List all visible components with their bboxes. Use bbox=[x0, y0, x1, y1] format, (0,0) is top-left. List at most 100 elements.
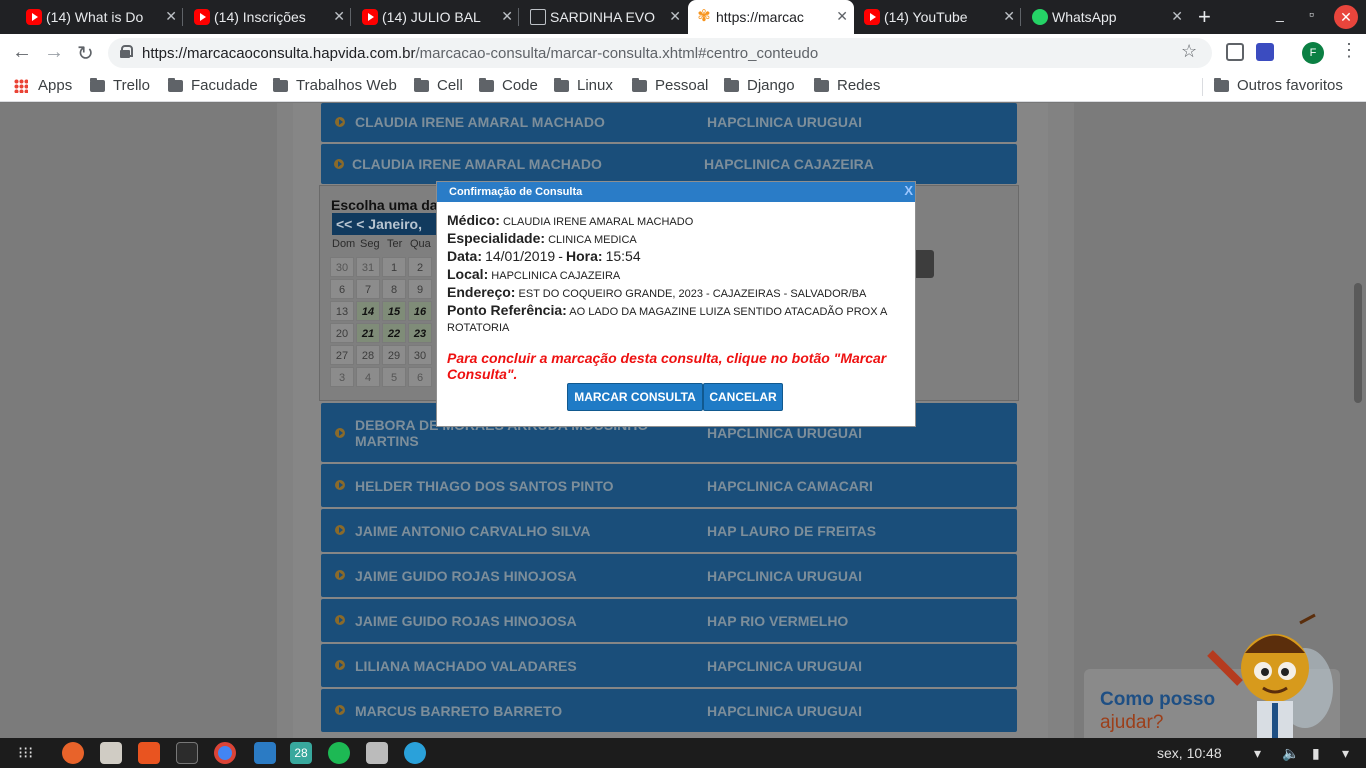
doctor-name: JAIME GUIDO ROJAS HINOJOSA bbox=[355, 568, 577, 584]
weekday-label: Qua bbox=[410, 238, 431, 250]
calendar-day[interactable]: 22 bbox=[382, 323, 406, 343]
bookmark-folder[interactable]: Redes bbox=[814, 77, 880, 94]
field-label: Data: bbox=[447, 248, 483, 264]
clinic-name: HAP RIO VERMELHO bbox=[707, 613, 849, 629]
bookmark-label: Django bbox=[747, 77, 795, 94]
calendar-day[interactable]: 15 bbox=[382, 301, 406, 321]
doctor-row-selected[interactable]: CLAUDIA IRENE AMARAL MACHADO HAPCLINICA … bbox=[321, 144, 1017, 184]
close-tab-icon[interactable]: ✕ bbox=[333, 8, 345, 25]
bookmark-folder[interactable]: Cell bbox=[414, 77, 463, 94]
tab-label: (14) JULIO BAL bbox=[382, 9, 481, 25]
menu-icon[interactable]: ⋮ bbox=[1340, 40, 1358, 61]
calendar-app-icon[interactable]: 28 bbox=[290, 742, 312, 764]
bookmark-folder[interactable]: Code bbox=[479, 77, 538, 94]
doctor-row[interactable]: MARCUS BARRETO BARRETO HAPCLINICA URUGUA… bbox=[321, 689, 1017, 732]
calendar-day[interactable]: 14 bbox=[356, 301, 380, 321]
clinic-name: HAPCLINICA CAJAZEIRA bbox=[704, 156, 874, 172]
bee-mascot-icon[interactable] bbox=[1205, 613, 1345, 738]
tab-hapvida-active[interactable]: ✾ https://marcac ✕ bbox=[688, 0, 854, 34]
side-button[interactable] bbox=[914, 250, 934, 278]
close-tab-icon[interactable]: ✕ bbox=[501, 8, 513, 25]
bookmark-apps[interactable]: Apps bbox=[14, 77, 72, 94]
close-tab-icon[interactable]: ✕ bbox=[165, 8, 177, 25]
calendar-day: 9 bbox=[408, 279, 432, 299]
vscode-icon[interactable] bbox=[254, 742, 276, 764]
calendar-day[interactable]: 23 bbox=[408, 323, 432, 343]
arrow-bullet-icon bbox=[335, 428, 345, 438]
software-center-icon[interactable] bbox=[138, 742, 160, 764]
wifi-icon[interactable]: ▾ bbox=[1254, 745, 1261, 762]
specialty-line: Especialidade: CLINICA MEDICA bbox=[447, 230, 907, 248]
maximize-icon[interactable]: ▫ bbox=[1309, 6, 1314, 22]
telegram-icon[interactable] bbox=[404, 742, 426, 764]
doctor-row[interactable]: JAIME GUIDO ROJAS HINOJOSA HAP RIO VERME… bbox=[321, 599, 1017, 642]
doctor-row[interactable]: CLAUDIA IRENE AMARAL MACHADO HAPCLINICA … bbox=[321, 103, 1017, 142]
bookmark-folder[interactable]: Trello bbox=[90, 77, 150, 94]
reload-icon[interactable]: ↻ bbox=[77, 41, 94, 66]
arrow-bullet-icon bbox=[335, 480, 345, 490]
tab-label: (14) What is Do bbox=[46, 9, 144, 25]
app-grid-icon[interactable]: ⁝⁝⁝ bbox=[18, 743, 33, 763]
arrow-bullet-icon bbox=[335, 705, 345, 715]
scrollbar-thumb[interactable] bbox=[1354, 283, 1362, 403]
calendar-day[interactable]: 21 bbox=[356, 323, 380, 343]
bookmark-folder[interactable]: Pessoal bbox=[632, 77, 708, 94]
profile-avatar[interactable]: F bbox=[1302, 42, 1324, 64]
spotify-icon[interactable] bbox=[328, 742, 350, 764]
doctor-row[interactable]: LILIANA MACHADO VALADARES HAPCLINICA URU… bbox=[321, 644, 1017, 687]
doctor-row[interactable]: JAIME ANTONIO CARVALHO SILVA HAP LAURO D… bbox=[321, 509, 1017, 552]
tab-youtube-1[interactable]: (14) What is Do ✕ bbox=[18, 0, 183, 34]
close-tab-icon[interactable]: ✕ bbox=[1171, 8, 1183, 25]
tab-youtube-2[interactable]: (14) Inscrições ✕ bbox=[186, 0, 351, 34]
url-text[interactable]: https://marcacaoconsulta.hapvida.com.br/… bbox=[142, 45, 818, 62]
other-bookmarks[interactable]: Outros favoritos bbox=[1214, 77, 1343, 94]
new-tab-icon[interactable]: + bbox=[1198, 4, 1211, 30]
calendar-day[interactable]: 16 bbox=[408, 301, 432, 321]
tab-document[interactable]: SARDINHA EVO ✕ bbox=[522, 0, 687, 34]
extension-icon[interactable] bbox=[1256, 43, 1274, 61]
folder-icon bbox=[168, 77, 183, 92]
minimize-icon[interactable]: _ bbox=[1276, 6, 1284, 22]
firefox-icon[interactable] bbox=[62, 742, 84, 764]
media-icon[interactable] bbox=[366, 742, 388, 764]
dialog-title: Confirmação de Consulta bbox=[449, 186, 583, 198]
youtube-icon bbox=[26, 9, 42, 25]
extension-icon[interactable] bbox=[1226, 43, 1244, 61]
bookmark-folder[interactable]: Linux bbox=[554, 77, 613, 94]
close-tab-icon[interactable]: ✕ bbox=[836, 8, 848, 25]
tab-youtube-3[interactable]: (14) JULIO BAL ✕ bbox=[354, 0, 519, 34]
volume-icon[interactable]: 🔈 bbox=[1282, 745, 1299, 762]
calendar-day: 7 bbox=[356, 279, 380, 299]
forward-icon[interactable]: → bbox=[44, 41, 64, 64]
whatsapp-icon bbox=[1032, 9, 1048, 25]
calendar-day: 20 bbox=[330, 323, 354, 343]
terminal-icon[interactable] bbox=[176, 742, 198, 764]
tab-youtube-4[interactable]: (14) YouTube ✕ bbox=[856, 0, 1021, 34]
bookmark-folder[interactable]: Facudade bbox=[168, 77, 258, 94]
weekday-label: Ter bbox=[387, 238, 403, 250]
system-menu-icon[interactable]: ▾ bbox=[1342, 745, 1349, 762]
close-icon[interactable]: X bbox=[904, 183, 913, 198]
doctor-row[interactable]: JAIME GUIDO ROJAS HINOJOSA HAPCLINICA UR… bbox=[321, 554, 1017, 597]
close-tab-icon[interactable]: ✕ bbox=[1003, 8, 1015, 25]
separator: - bbox=[558, 248, 563, 264]
bookmark-star-icon[interactable]: ☆ bbox=[1181, 41, 1197, 62]
battery-icon[interactable]: ▮ bbox=[1312, 745, 1320, 762]
bookmark-folder[interactable]: Django bbox=[724, 77, 795, 94]
address-bar[interactable]: https://marcacaoconsulta.hapvida.com.br/… bbox=[108, 38, 1212, 68]
confirm-appointment-button[interactable]: MARCAR CONSULTA bbox=[567, 383, 703, 411]
field-label: Local: bbox=[447, 266, 489, 282]
clock[interactable]: sex, 10:48 bbox=[1157, 745, 1222, 761]
files-icon[interactable] bbox=[100, 742, 122, 764]
back-icon[interactable]: ← bbox=[12, 41, 32, 64]
tab-whatsapp[interactable]: WhatsApp ✕ bbox=[1024, 0, 1189, 34]
close-tab-icon[interactable]: ✕ bbox=[669, 8, 681, 25]
calendar-day: 30 bbox=[408, 345, 432, 365]
doctor-row[interactable]: HELDER THIAGO DOS SANTOS PINTO HAPCLINIC… bbox=[321, 464, 1017, 507]
window-close-icon[interactable]: ✕ bbox=[1334, 5, 1358, 29]
bookmark-folder[interactable]: Trabalhos Web bbox=[273, 77, 397, 94]
calendar-header[interactable]: << < Janeiro, bbox=[332, 213, 452, 235]
cancel-button[interactable]: CANCELAR bbox=[703, 383, 783, 411]
chrome-icon[interactable] bbox=[214, 742, 236, 764]
bookmarks-bar: Apps Trello Facudade Trabalhos Web Cell … bbox=[0, 72, 1366, 102]
